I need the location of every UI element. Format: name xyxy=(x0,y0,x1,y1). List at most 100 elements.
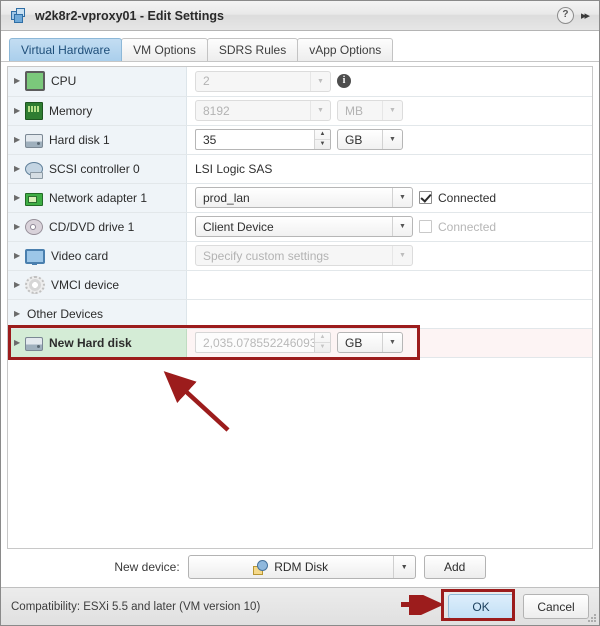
checkbox-icon[interactable] xyxy=(419,191,432,204)
network-adapter-1-connected-checkbox[interactable]: Connected xyxy=(419,191,496,205)
device-name-cell-scsi-controller-0[interactable]: ▶ SCSI controller 0 xyxy=(8,154,187,184)
new-hard-disk-unit-select[interactable]: GB ▼ xyxy=(337,332,403,353)
expand-triangle-icon[interactable]: ▶ xyxy=(14,106,25,115)
memory-unit-select[interactable]: MB ▼ xyxy=(337,100,403,121)
vm-icon xyxy=(11,7,27,24)
cddvd-drive-1-source-select[interactable]: Client Device ▼ xyxy=(195,216,413,237)
device-name-cell-network-adapter-1[interactable]: ▶ Network adapter 1 xyxy=(8,183,187,213)
tab-sdrs-rules[interactable]: SDRS Rules xyxy=(206,38,299,61)
stepper-buttons[interactable]: ▲ ▼ xyxy=(314,333,330,352)
device-name-cell-other-devices[interactable]: ▶ Other Devices xyxy=(8,299,187,329)
harddisk-icon xyxy=(25,336,43,351)
stepper-up-icon[interactable]: ▲ xyxy=(315,130,330,140)
cddvd-drive-1-connected-checkbox: Connected xyxy=(419,220,496,234)
cpu-count-select[interactable]: 2 ▼ xyxy=(195,70,331,92)
cpu-icon xyxy=(25,71,45,92)
expand-triangle-icon[interactable]: ▶ xyxy=(14,135,25,144)
tab-strip: Virtual Hardware VM Options SDRS Rules v… xyxy=(1,31,599,62)
expand-triangle-icon[interactable]: ▶ xyxy=(14,77,25,85)
expand-triangle-icon[interactable]: ▶ xyxy=(14,309,25,318)
video-card-settings-value: Specify custom settings xyxy=(203,248,330,263)
checkbox-label: Connected xyxy=(438,219,497,234)
chevron-down-icon[interactable]: ▼ xyxy=(310,71,330,91)
device-name-cell-video-card[interactable]: ▶ Video card xyxy=(8,241,187,271)
stepper-down-icon[interactable]: ▼ xyxy=(315,343,330,352)
table-row[interactable]: ▶ Hard disk 1 35 ▲ ▼ GB ▼ xyxy=(8,125,592,155)
info-icon[interactable]: i xyxy=(337,74,351,89)
expand-triangle-icon[interactable]: ▶ xyxy=(14,193,25,202)
chevron-down-icon[interactable]: ▼ xyxy=(392,217,412,236)
table-row[interactable]: ▶ Other Devices xyxy=(8,299,592,329)
new-device-select[interactable]: RDM Disk ▼ xyxy=(187,555,416,579)
new-device-selected: RDM Disk xyxy=(189,559,393,575)
expand-triangle-icon[interactable]: ▶ xyxy=(14,251,25,260)
stepper-buttons[interactable]: ▲ ▼ xyxy=(314,130,330,149)
device-value-cell-cpu[interactable]: 2 ▼ i xyxy=(186,67,592,97)
hard-disk-1-unit-select[interactable]: GB ▼ xyxy=(337,129,403,150)
stepper-up-icon[interactable]: ▲ xyxy=(315,333,330,343)
chevron-down-icon[interactable]: ▼ xyxy=(392,188,412,207)
video-card-icon xyxy=(25,248,45,265)
device-value-cell-memory[interactable]: 8192 ▼ MB ▼ xyxy=(186,96,592,126)
stepper-down-icon[interactable]: ▼ xyxy=(315,140,330,149)
table-row[interactable]: ▶ New Hard disk 2,035.0785522460938 ▲ ▼ xyxy=(8,328,592,358)
chevron-down-icon[interactable]: ▼ xyxy=(382,333,402,352)
video-card-settings-select[interactable]: Specify custom settings ▼ xyxy=(195,245,413,266)
chevron-down-icon[interactable]: ▼ xyxy=(382,101,402,120)
device-name-cell-vmci-device[interactable]: ▶ VMCI device xyxy=(8,270,187,300)
help-icon[interactable]: ? xyxy=(556,7,574,24)
device-name-cell-cpu[interactable]: ▶ CPU xyxy=(8,67,187,97)
virtual-hardware-list: ▶ CPU 2 ▼ i ▶ Memory 8192 ▼ MB ▼ ▶ Hard … xyxy=(7,66,593,549)
network-adapter-1-portgroup-select[interactable]: prod_lan ▼ xyxy=(195,187,413,208)
ok-button[interactable]: OK xyxy=(448,594,514,619)
table-row[interactable]: ▶ CD/DVD drive 1 Client Device ▼ Connect… xyxy=(8,212,592,242)
cpu-count-value: 2 xyxy=(203,74,210,89)
device-value-cell-cddvd-drive-1[interactable]: Client Device ▼ Connected xyxy=(186,212,592,242)
resize-grip[interactable] xyxy=(587,613,597,623)
chevron-down-icon[interactable]: ▼ xyxy=(382,130,402,149)
memory-size-select[interactable]: 8192 ▼ xyxy=(195,100,331,121)
rdm-disk-icon xyxy=(253,559,269,575)
chevron-down-icon[interactable]: ▼ xyxy=(392,246,412,265)
table-row[interactable]: ▶ SCSI controller 0 LSI Logic SAS xyxy=(8,154,592,184)
table-row[interactable]: ▶ Network adapter 1 prod_lan ▼ Connected xyxy=(8,183,592,213)
tab-vm-options[interactable]: VM Options xyxy=(121,38,208,61)
table-row[interactable]: ▶ Video card Specify custom settings ▼ xyxy=(8,241,592,271)
network-adapter-icon xyxy=(25,192,43,206)
expand-triangle-icon[interactable]: ▶ xyxy=(14,222,25,231)
device-value-cell-hard-disk-1[interactable]: 35 ▲ ▼ GB ▼ xyxy=(186,125,592,155)
table-row[interactable]: ▶ Memory 8192 ▼ MB ▼ xyxy=(8,96,592,126)
device-label: VMCI device xyxy=(51,277,120,292)
device-value-cell-vmci-device xyxy=(186,270,592,300)
expand-triangle-icon[interactable]: ▶ xyxy=(14,338,25,347)
device-value-cell-new-hard-disk[interactable]: 2,035.0785522460938 ▲ ▼ GB ▼ xyxy=(186,328,592,358)
expand-triangle-icon[interactable]: ▶ xyxy=(14,280,25,289)
checkbox-icon xyxy=(419,220,432,233)
cancel-button[interactable]: Cancel xyxy=(523,594,589,619)
memory-size-value: 8192 xyxy=(203,103,230,118)
tab-virtual-hardware[interactable]: Virtual Hardware xyxy=(9,38,123,61)
vmci-device-icon xyxy=(25,276,45,294)
device-label: Hard disk 1 xyxy=(49,132,110,147)
tab-vapp-options[interactable]: vApp Options xyxy=(297,38,394,61)
device-name-cell-hard-disk-1[interactable]: ▶ Hard disk 1 xyxy=(8,125,187,155)
chevron-down-icon[interactable]: ▼ xyxy=(392,556,415,578)
device-name-cell-new-hard-disk[interactable]: ▶ New Hard disk xyxy=(8,328,187,358)
title-bar: w2k8r2-vproxy01 - Edit Settings ? ▸▸ xyxy=(1,1,599,31)
device-name-cell-memory[interactable]: ▶ Memory xyxy=(8,96,187,126)
chevron-down-icon[interactable]: ▼ xyxy=(310,101,330,120)
device-table: ▶ CPU 2 ▼ i ▶ Memory 8192 ▼ MB ▼ ▶ Hard … xyxy=(8,67,592,358)
hard-disk-1-unit-value: GB xyxy=(345,132,363,147)
new-hard-disk-size-stepper[interactable]: 2,035.0785522460938 ▲ ▼ xyxy=(195,332,331,353)
device-value-cell-network-adapter-1[interactable]: prod_lan ▼ Connected xyxy=(186,183,592,213)
device-name-cell-cddvd-drive-1[interactable]: ▶ CD/DVD drive 1 xyxy=(8,212,187,242)
hard-disk-1-size-stepper[interactable]: 35 ▲ ▼ xyxy=(195,129,331,150)
memory-icon xyxy=(25,101,43,120)
expand-triangle-icon[interactable]: ▶ xyxy=(14,164,25,173)
device-value-cell-video-card[interactable]: Specify custom settings ▼ xyxy=(186,241,592,271)
table-row[interactable]: ▶ VMCI device xyxy=(8,270,592,300)
table-row[interactable]: ▶ CPU 2 ▼ i xyxy=(8,67,592,97)
add-device-button[interactable]: Add xyxy=(423,555,486,579)
expand-icon[interactable]: ▸▸ xyxy=(581,9,591,22)
cddvd-drive-1-source-value: Client Device xyxy=(203,219,274,234)
